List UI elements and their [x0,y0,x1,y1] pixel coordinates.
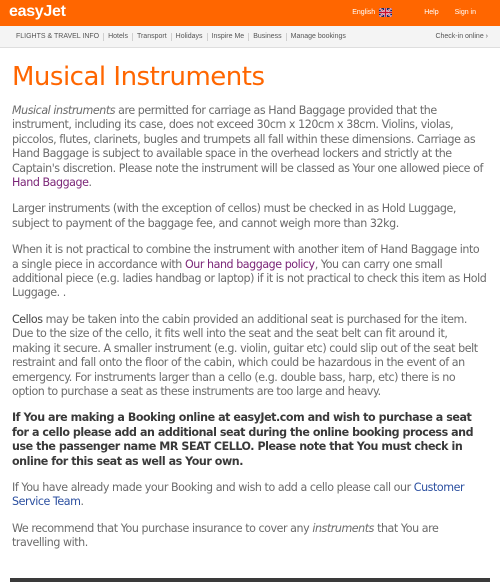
emphasis-instruments: instruments [312,521,374,535]
paragraph-text: We recommend that You purchase insurance… [12,521,313,535]
check-in-online-link[interactable]: Check-in online › [435,33,488,41]
paragraph-end: . [80,495,84,509]
emphasis-musical-instruments: Musical instruments [12,104,116,117]
nav-item-transport[interactable]: Transport [131,33,171,41]
main-content: Musical Instruments Musical instruments … [0,48,500,551]
nav-item-hotels[interactable]: Hotels [103,33,132,41]
paragraph-hand-baggage-policy: When it is not practical to combine the … [12,243,488,301]
cellos-lead: Cellos [12,312,43,326]
utility-links: English Help Sign in [352,8,476,17]
nav-item-holidays[interactable]: Holidays [170,33,207,41]
paragraph-hand-baggage: Musical instruments are permitted for ca… [12,104,488,190]
paragraph-larger-instruments: Larger instruments (with the exception o… [12,202,456,230]
footer-bar [10,578,490,582]
paragraph-text: If You have already made your Booking an… [12,480,414,494]
help-link[interactable]: Help [424,9,438,16]
paragraph-cellos: Cellos may be taken into the cabin provi… [12,313,488,399]
top-bar: easyJet English Help Sign in [0,0,500,26]
nav-item-business[interactable]: Business [248,33,285,41]
page-title: Musical Instruments [12,62,265,92]
sign-in-link[interactable]: Sign in [455,9,476,16]
nav-item-flights-travel-info[interactable]: FLIGHTS & TRAVEL INFO [16,33,103,41]
uk-flag-icon [379,8,393,17]
paragraph-text: may be taken into the cabin provided an … [12,312,478,398]
paragraph-end: . [88,176,93,190]
nav-items: FLIGHTS & TRAVEL INFO Hotels Transport H… [16,33,350,41]
paragraph-cello-booking: If You are making a Booking online at ea… [12,411,474,468]
language-selector[interactable]: English [352,8,393,17]
nav-item-manage-bookings[interactable]: Manage bookings [285,33,350,41]
hand-baggage-policy-link[interactable]: Our hand baggage policy [185,258,315,271]
paragraph-customer-service: If You have already made your Booking an… [12,481,488,510]
language-label: English [352,9,376,16]
hand-baggage-link[interactable]: Hand Baggage [12,176,89,189]
nav-item-inspire-me[interactable]: Inspire Me [206,33,249,41]
easyjet-logo[interactable]: easyJet [9,3,66,21]
main-nav: FLIGHTS & TRAVEL INFO Hotels Transport H… [0,26,500,48]
paragraph-insurance: We recommend that You purchase insurance… [12,522,488,551]
